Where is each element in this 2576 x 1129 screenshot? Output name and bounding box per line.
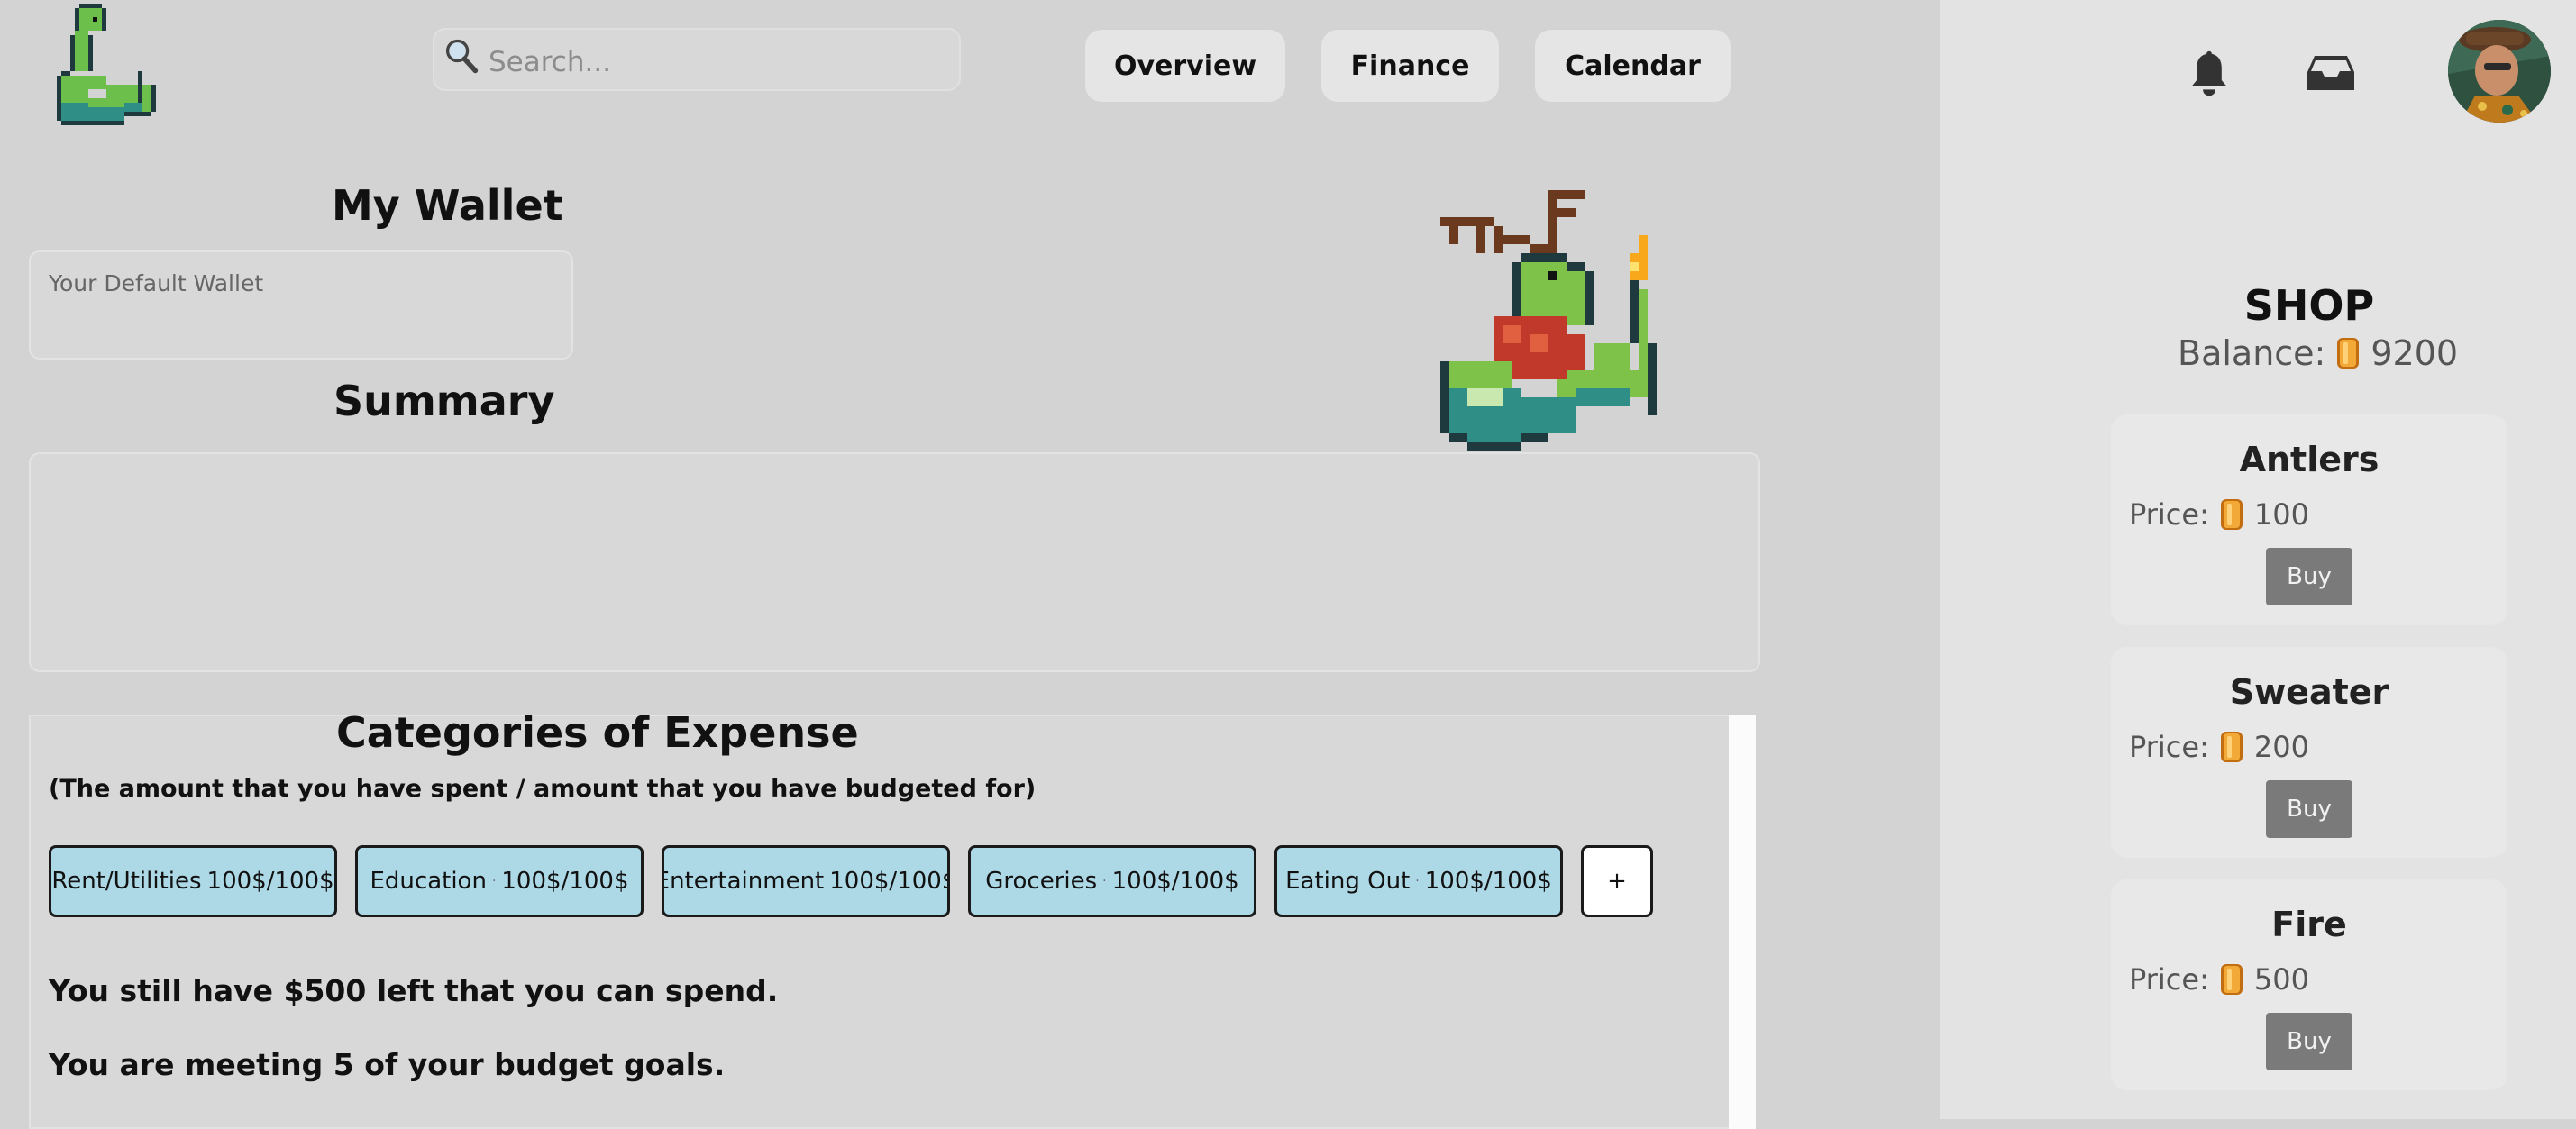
- avatar[interactable]: [2448, 20, 2551, 123]
- buy-antlers-button[interactable]: Buy: [2266, 548, 2352, 605]
- search-icon: [445, 39, 479, 74]
- category-name: Education: [370, 868, 487, 895]
- nav-overview-button[interactable]: Overview: [1085, 30, 1285, 102]
- wallet-placeholder: Your Default Wallet: [49, 270, 264, 296]
- shop-item-name: Antlers: [2239, 440, 2380, 479]
- category-groceries[interactable]: Groceries · 100$/100$: [968, 845, 1256, 917]
- snake-logo-icon[interactable]: [52, 4, 178, 134]
- price-value: 200: [2253, 730, 2309, 764]
- price-value: 100: [2253, 497, 2309, 532]
- coin-icon: [2337, 338, 2360, 369]
- wallet-select[interactable]: [29, 250, 573, 360]
- category-name: Rent/Utilities: [51, 868, 202, 895]
- shop-item-name: Sweater: [2229, 672, 2389, 712]
- category-amount: 100$/100$: [829, 868, 950, 895]
- summary-title: Summary: [333, 377, 555, 425]
- avatar-image: [2448, 20, 2551, 123]
- category-amount: 100$/100$: [501, 868, 629, 895]
- category-entertainment[interactable]: Entertainment 100$/100$: [662, 845, 950, 917]
- price-label: Price:: [2129, 962, 2209, 997]
- shop-item-price: Price: 200: [2129, 730, 2309, 764]
- category-amount: 100$/100$: [1424, 868, 1552, 895]
- snake-mascot-image: [1440, 190, 1657, 451]
- scrollbar[interactable]: [1729, 715, 1756, 1129]
- budget-goals-text: You are meeting 5 of your budget goals.: [49, 1047, 726, 1082]
- shop-item-price: Price: 100: [2129, 497, 2309, 532]
- category-name: Groceries: [985, 868, 1098, 895]
- categories-note: (The amount that you have spent / amount…: [49, 775, 1037, 803]
- shop-title: SHOP: [2243, 281, 2375, 330]
- inbox-icon[interactable]: [2306, 52, 2356, 94]
- wallet-title: My Wallet: [332, 181, 563, 230]
- separator-dot: ·: [1415, 874, 1420, 888]
- categories-title: Categories of Expense: [336, 708, 859, 757]
- separator-dot: ·: [1102, 874, 1107, 888]
- price-label: Price:: [2129, 497, 2209, 532]
- coin-icon: [2220, 964, 2243, 995]
- shop-item-antlers: Antlers Price: 100 Buy: [2111, 414, 2507, 625]
- shop-balance: Balance: 9200: [2178, 333, 2458, 373]
- separator-dot: ·: [491, 874, 497, 888]
- category-name: Entertainment: [662, 868, 825, 895]
- remaining-budget-text: You still have $500 left that you can sp…: [49, 973, 779, 1008]
- search-input[interactable]: [487, 34, 950, 90]
- buy-sweater-button[interactable]: Buy: [2266, 780, 2352, 838]
- bell-icon[interactable]: [2188, 49, 2230, 97]
- buy-fire-button[interactable]: Buy: [2266, 1013, 2352, 1070]
- shop-item-fire: Fire Price: 500 Buy: [2111, 879, 2507, 1090]
- nav-finance-button[interactable]: Finance: [1321, 30, 1499, 102]
- category-rent-utilities[interactable]: Rent/Utilities 100$/100$: [49, 845, 337, 917]
- category-amount: 100$/100$: [206, 868, 334, 895]
- shop-item-name: Fire: [2271, 905, 2347, 944]
- nav-calendar-button[interactable]: Calendar: [1535, 30, 1731, 102]
- price-value: 500: [2253, 962, 2309, 997]
- category-education[interactable]: Education · 100$/100$: [355, 845, 644, 917]
- category-amount: 100$/100$: [1111, 868, 1239, 895]
- shop-item-sweater: Sweater Price: 200 Buy: [2111, 647, 2507, 858]
- coin-icon: [2220, 732, 2243, 762]
- shop-item-price: Price: 500: [2129, 962, 2309, 997]
- add-category-button[interactable]: +: [1581, 845, 1653, 917]
- category-eating-out[interactable]: Eating Out · 100$/100$: [1274, 845, 1563, 917]
- coin-icon: [2220, 499, 2243, 530]
- balance-label: Balance:: [2178, 333, 2326, 373]
- price-label: Price:: [2129, 730, 2209, 764]
- balance-value: 9200: [2370, 333, 2459, 373]
- category-name: Eating Out: [1285, 868, 1411, 895]
